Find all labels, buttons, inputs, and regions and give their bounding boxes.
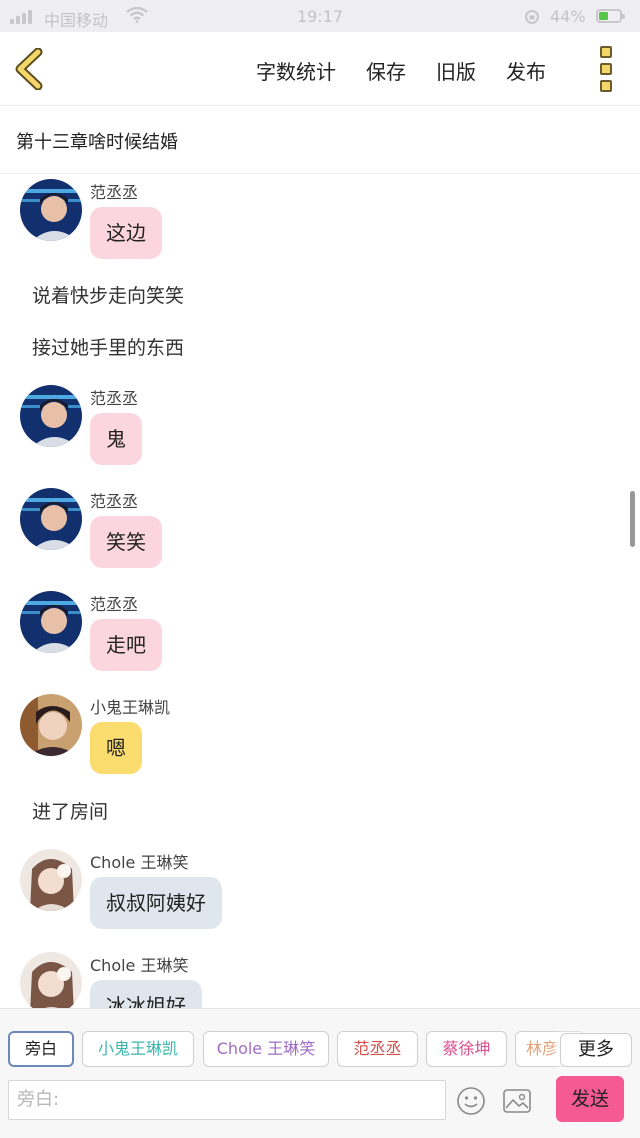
rotation-lock-icon <box>525 10 539 24</box>
message-bubble[interactable]: 嗯 <box>90 722 142 774</box>
save-button[interactable]: 保存 <box>366 56 406 85</box>
character-chip-chole[interactable]: Chole 王琳笑 <box>203 1031 329 1067</box>
sender-name: 范丞丞 <box>90 492 139 511</box>
avatar[interactable] <box>20 385 82 447</box>
message-input[interactable]: 旁白: <box>8 1080 446 1120</box>
character-chip-cai-xukun[interactable]: 蔡徐坤 <box>426 1031 507 1067</box>
back-chevron-icon[interactable] <box>10 48 50 90</box>
top-nav: 字数统计 保存 旧版 发布 <box>0 32 640 106</box>
message-bubble[interactable]: 走吧 <box>90 619 162 671</box>
sender-name: 范丞丞 <box>90 389 139 408</box>
sender-name: Chole 王琳笑 <box>90 956 189 975</box>
battery-icon <box>596 9 625 23</box>
smiley-icon[interactable] <box>456 1086 486 1116</box>
send-button[interactable]: 发送 <box>556 1076 624 1122</box>
message-bubble[interactable]: 冰冰姐好 <box>90 980 202 1008</box>
narration-text[interactable]: 进了房间 <box>32 797 108 824</box>
message-bubble[interactable]: 这边 <box>90 207 162 259</box>
image-icon[interactable] <box>502 1086 532 1116</box>
sender-name: 范丞丞 <box>90 595 139 614</box>
sender-name: Chole 王琳笑 <box>90 853 189 872</box>
message-bubble[interactable]: 鬼 <box>90 413 142 465</box>
vertical-dots-icon[interactable] <box>596 46 616 92</box>
avatar[interactable] <box>20 952 82 1008</box>
message-bubble[interactable]: 笑笑 <box>90 516 162 568</box>
character-chip-fan-chengcheng[interactable]: 范丞丞 <box>337 1031 418 1067</box>
old-version-button[interactable]: 旧版 <box>436 56 476 85</box>
input-bar: 旁白: 发送 <box>0 1076 640 1138</box>
character-chip-narrator[interactable]: 旁白 <box>8 1031 74 1067</box>
message-bubble[interactable]: 叔叔阿姨好 <box>90 877 222 929</box>
narration-text[interactable]: 说着快步走向笑笑 <box>32 281 184 308</box>
more-characters-button[interactable]: 更多 <box>560 1033 632 1067</box>
nav-actions: 字数统计 保存 旧版 发布 <box>256 56 576 85</box>
avatar[interactable] <box>20 591 82 653</box>
character-chip-wang-linkai[interactable]: 小鬼王琳凯 <box>82 1031 194 1067</box>
avatar[interactable] <box>20 849 82 911</box>
word-count-button[interactable]: 字数统计 <box>256 56 336 85</box>
sender-name: 范丞丞 <box>90 183 139 202</box>
scrollbar[interactable] <box>630 491 635 547</box>
sender-name: 小鬼王琳凯 <box>90 698 171 717</box>
clock-time: 19:17 <box>296 7 344 26</box>
chat-area[interactable]: 范丞丞 这边 说着快步走向笑笑 接过她手里的东西 范丞丞 鬼 范丞丞 笑笑 范丞… <box>0 175 640 1008</box>
status-bar: 中国移动 19:17 44% <box>0 0 640 32</box>
avatar[interactable] <box>20 694 82 756</box>
avatar[interactable] <box>20 179 82 241</box>
chapter-title: 第十三章啥时候结婚 <box>0 106 640 174</box>
avatar[interactable] <box>20 488 82 550</box>
narration-text[interactable]: 接过她手里的东西 <box>32 333 184 360</box>
battery-percent: 44% <box>550 7 586 26</box>
publish-button[interactable]: 发布 <box>506 56 546 85</box>
character-selector: 旁白 小鬼王琳凯 Chole 王琳笑 范丞丞 蔡徐坤 林彦俊 更多 <box>0 1008 640 1078</box>
